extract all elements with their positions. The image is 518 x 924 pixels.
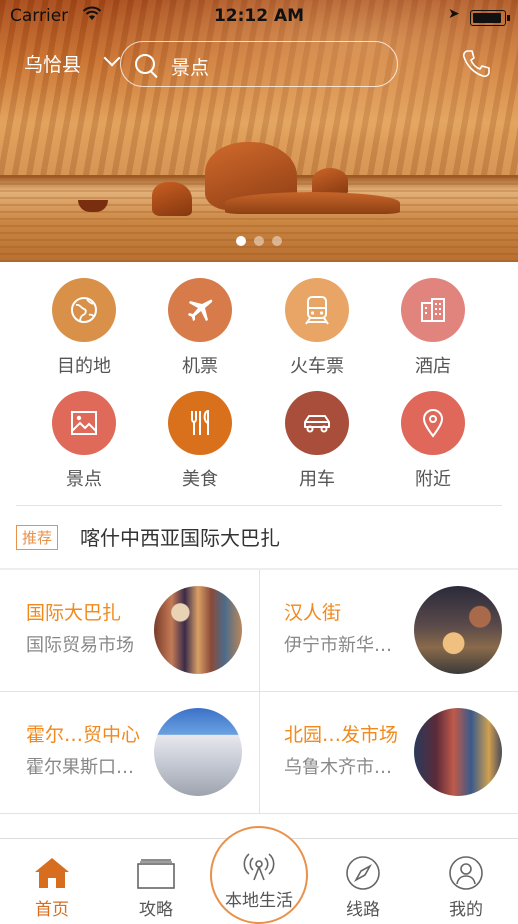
category-destination[interactable]: 目的地 <box>34 278 134 378</box>
place-title: 汉人街 <box>284 602 342 624</box>
hotel-icon <box>401 278 465 342</box>
category-label: 目的地 <box>57 356 111 377</box>
tab-routes[interactable]: 线路 <box>313 839 413 920</box>
place-photo <box>414 708 502 796</box>
recommend-text[interactable]: 喀什中西亚国际大巴扎 <box>80 522 280 551</box>
category-car[interactable]: 用车 <box>267 391 367 491</box>
place-card[interactable]: 汉人街 伊宁市新华… <box>259 570 518 692</box>
airplane-icon <box>168 278 232 342</box>
recommend-tag: 推荐 <box>16 525 59 550</box>
place-photo <box>154 586 242 674</box>
pagination-dot[interactable] <box>236 236 246 246</box>
place-title: 霍尔…贸中心 <box>26 724 141 746</box>
place-title: 国际大巴扎 <box>26 602 122 624</box>
section-divider <box>16 505 502 506</box>
category-scenic[interactable]: 景点 <box>34 391 134 491</box>
place-card[interactable]: 霍尔…贸中心 霍尔果斯口… <box>0 692 259 814</box>
book-icon <box>106 853 206 893</box>
category-train[interactable]: 火车票 <box>267 278 367 378</box>
search-icon <box>135 54 155 74</box>
place-subtitle: 伊宁市新华… <box>284 635 392 656</box>
car-icon <box>285 391 349 455</box>
search-placeholder: 景点 <box>171 57 210 79</box>
category-label: 美食 <box>182 469 218 490</box>
pagination-dot[interactable] <box>254 236 264 246</box>
train-icon <box>285 278 349 342</box>
place-card[interactable]: 北园…发市场 乌鲁木齐市… <box>259 692 518 814</box>
tab-label: 线路 <box>346 900 380 920</box>
pagination-dot[interactable] <box>272 236 282 246</box>
place-grid: 国际大巴扎 国际贸易市场 汉人街 伊宁市新华… 霍尔…贸中心 霍尔果斯口… 北园… <box>0 570 518 814</box>
hero-banner[interactable] <box>0 0 518 262</box>
picture-icon <box>52 391 116 455</box>
place-title: 北园…发市场 <box>284 724 399 746</box>
place-photo <box>154 708 242 796</box>
category-label: 火车票 <box>290 356 344 377</box>
globe-icon <box>52 278 116 342</box>
recommend-bar[interactable]: 推荐 喀什中西亚国际大巴扎 <box>16 520 502 556</box>
tab-local-life[interactable]: 本地生活 <box>210 826 308 924</box>
category-label: 景点 <box>66 469 102 490</box>
tab-label: 首页 <box>35 900 69 920</box>
category-label: 机票 <box>182 356 218 377</box>
broadcast-icon <box>212 850 306 882</box>
tab-home[interactable]: 首页 <box>2 839 102 920</box>
banner-rock <box>152 182 192 216</box>
place-subtitle: 国际贸易市场 <box>26 635 134 656</box>
category-nearby[interactable]: 附近 <box>383 391 483 491</box>
place-photo <box>414 586 502 674</box>
home-icon <box>2 853 102 893</box>
category-label: 用车 <box>299 469 335 490</box>
tab-label: 本地生活 <box>225 891 293 911</box>
place-subtitle: 霍尔果斯口… <box>26 757 134 778</box>
category-food[interactable]: 美食 <box>150 391 250 491</box>
place-card[interactable]: 国际大巴扎 国际贸易市场 <box>0 570 259 692</box>
user-icon <box>416 853 516 893</box>
category-hotel[interactable]: 酒店 <box>383 278 483 378</box>
category-flight[interactable]: 机票 <box>150 278 250 378</box>
category-label: 酒店 <box>415 356 451 377</box>
banner-pagination[interactable] <box>0 236 518 248</box>
tab-guide[interactable]: 攻略 <box>106 839 206 920</box>
battery-icon <box>470 10 510 26</box>
tab-profile[interactable]: 我的 <box>416 839 516 920</box>
location-arrow-icon: ➤ <box>448 6 460 22</box>
compass-icon <box>313 853 413 893</box>
search-input[interactable]: 景点 <box>120 41 398 87</box>
cutlery-icon <box>168 391 232 455</box>
category-label: 附近 <box>415 469 451 490</box>
phone-icon[interactable] <box>460 48 492 80</box>
place-subtitle: 乌鲁木齐市… <box>284 757 392 778</box>
city-selector[interactable]: 乌恰县 <box>24 50 81 77</box>
tab-label: 我的 <box>449 900 483 920</box>
location-pin-icon <box>401 391 465 455</box>
status-bar: Carrier 12:12 AM ➤ <box>0 0 518 34</box>
status-time: 12:12 AM <box>213 6 305 26</box>
tab-label: 攻略 <box>139 900 173 920</box>
banner-rock <box>225 192 400 214</box>
banner-rock <box>312 168 348 194</box>
